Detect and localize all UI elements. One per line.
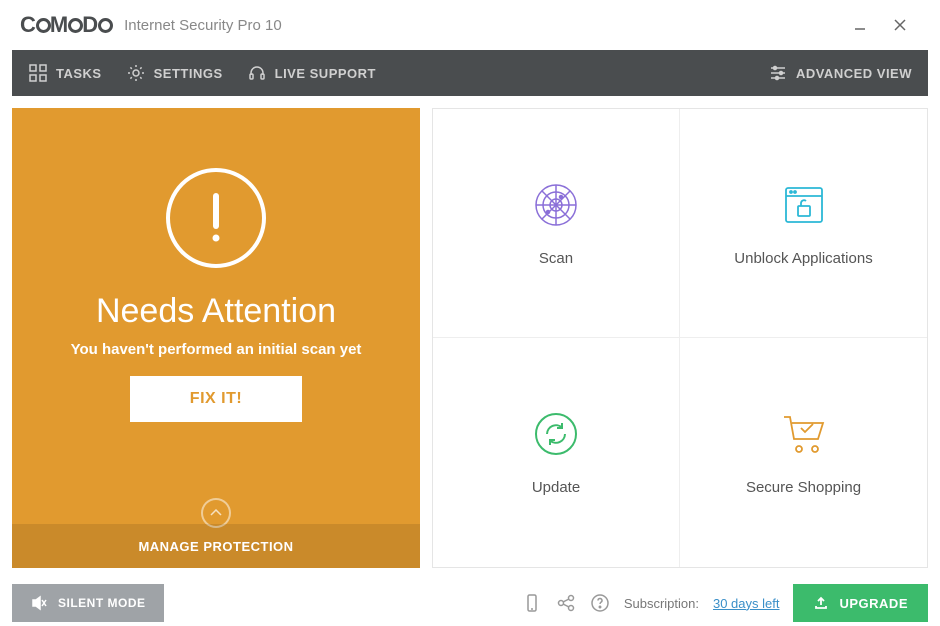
shopping-tile[interactable]: Secure Shopping <box>680 338 927 567</box>
minimize-icon <box>853 18 867 32</box>
main-content: Needs Attention You haven't performed an… <box>0 96 940 580</box>
minimize-button[interactable] <box>840 5 880 45</box>
manage-protection-button[interactable]: MANAGE PROTECTION <box>12 524 420 568</box>
manage-protection-label: MANAGE PROTECTION <box>138 539 293 554</box>
cart-icon <box>779 411 829 457</box>
close-icon <box>893 18 907 32</box>
refresh-icon <box>533 411 579 457</box>
alert-icon <box>191 188 241 248</box>
close-button[interactable] <box>880 5 920 45</box>
tasks-menu[interactable]: TASKS <box>28 63 102 83</box>
brand-logo: CMD <box>20 12 112 38</box>
advanced-view-label: ADVANCED VIEW <box>796 66 912 81</box>
subscription-label: Subscription: <box>624 596 699 611</box>
settings-label: SETTINGS <box>154 66 223 81</box>
radar-icon <box>533 182 579 228</box>
update-label: Update <box>532 479 580 496</box>
titlebar: CMD Internet Security Pro 10 <box>0 0 940 50</box>
headset-icon <box>247 63 267 83</box>
fix-it-button[interactable]: FIX IT! <box>130 376 302 422</box>
unblock-label: Unblock Applications <box>734 250 872 267</box>
help-icon[interactable] <box>590 593 610 613</box>
advanced-view-menu[interactable]: ADVANCED VIEW <box>768 63 912 83</box>
app-name: Internet Security Pro 10 <box>124 17 282 34</box>
speaker-mute-icon <box>30 594 48 612</box>
unblock-tile[interactable]: Unblock Applications <box>680 109 927 338</box>
mobile-icon[interactable] <box>522 593 542 613</box>
scan-label: Scan <box>539 250 573 267</box>
silent-mode-button[interactable]: SILENT MODE <box>12 584 164 622</box>
live-support-label: LIVE SUPPORT <box>275 66 376 81</box>
upgrade-label: UPGRADE <box>839 596 908 611</box>
upgrade-button[interactable]: UPGRADE <box>793 584 928 622</box>
action-tiles: Scan Unblock Applications Update Secure … <box>432 108 928 568</box>
status-panel: Needs Attention You haven't performed an… <box>12 108 420 568</box>
update-tile[interactable]: Update <box>433 338 680 567</box>
silent-mode-label: SILENT MODE <box>58 596 146 610</box>
sliders-icon <box>768 63 788 83</box>
tasks-label: TASKS <box>56 66 102 81</box>
gear-icon <box>126 63 146 83</box>
live-support-menu[interactable]: LIVE SUPPORT <box>247 63 376 83</box>
tasks-icon <box>28 63 48 83</box>
scan-tile[interactable]: Scan <box>433 109 680 338</box>
shopping-label: Secure Shopping <box>746 479 861 496</box>
unlock-window-icon <box>781 182 827 228</box>
status-title: Needs Attention <box>96 292 336 331</box>
footer: SILENT MODE Subscription: 30 days left U… <box>0 580 940 626</box>
status-icon <box>166 168 266 268</box>
status-subtitle: You haven't performed an initial scan ye… <box>71 341 362 358</box>
menubar: TASKS SETTINGS LIVE SUPPORT ADVANCED VIE… <box>12 50 928 96</box>
share-icon[interactable] <box>556 593 576 613</box>
subscription-link[interactable]: 30 days left <box>713 596 780 611</box>
upload-icon <box>813 595 829 611</box>
settings-menu[interactable]: SETTINGS <box>126 63 223 83</box>
